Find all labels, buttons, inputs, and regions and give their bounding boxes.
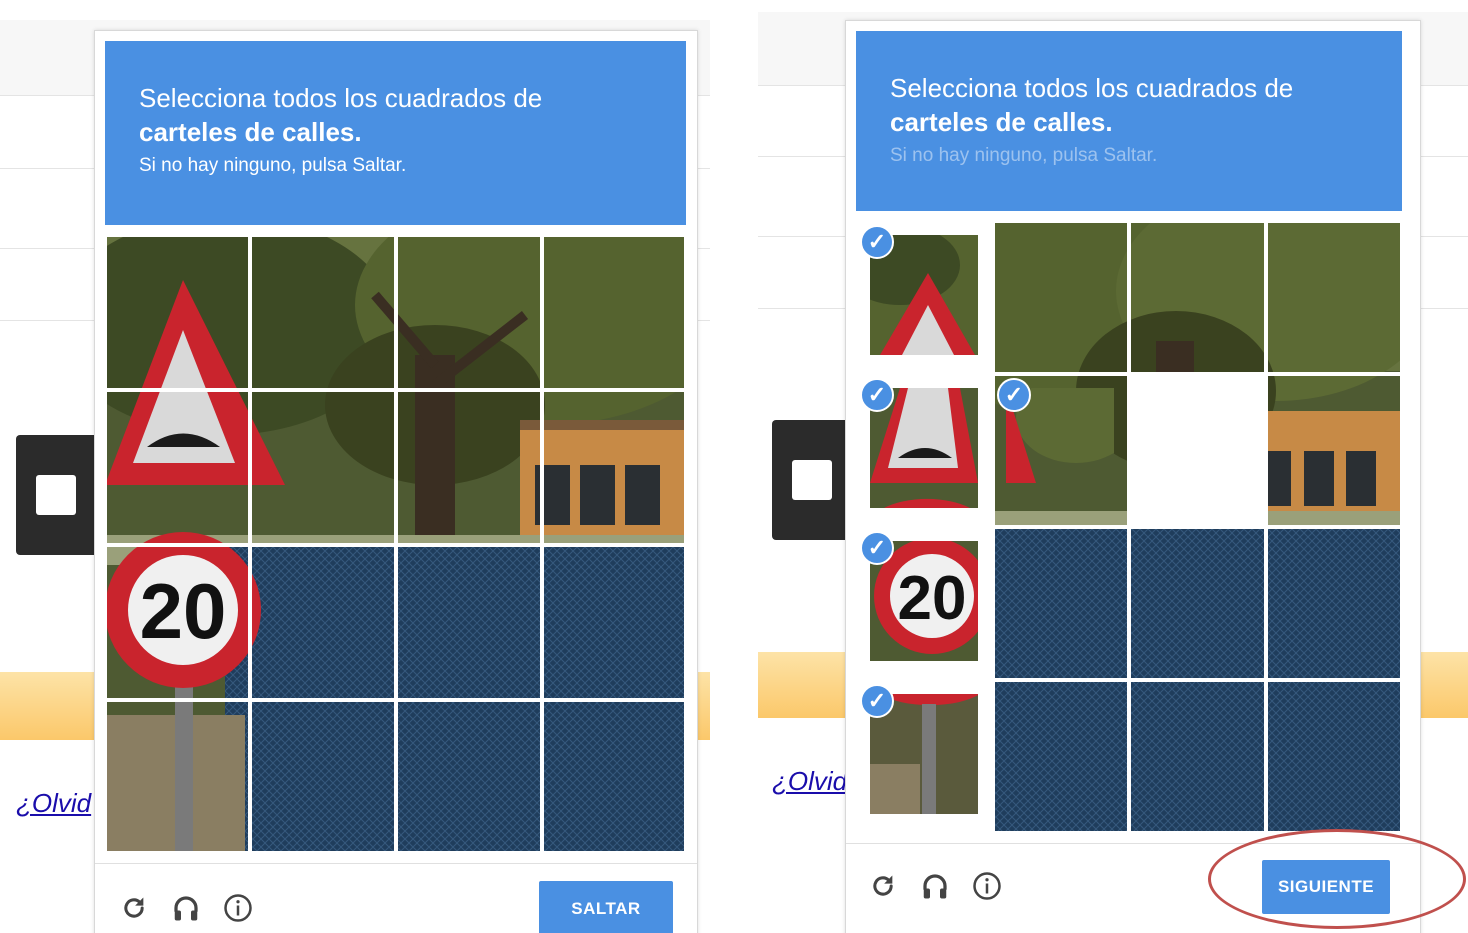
footer-icons bbox=[866, 869, 1004, 903]
grid-tile-r1c1[interactable] bbox=[105, 235, 250, 390]
check-icon: ✓ bbox=[997, 378, 1031, 412]
forgot-password-link[interactable]: ¿Olvid bbox=[772, 766, 847, 797]
challenge-hint: Si no hay ninguno, pulsa Saltar. bbox=[139, 155, 407, 176]
check-icon: ✓ bbox=[860, 531, 894, 565]
checkbox-square[interactable] bbox=[36, 475, 76, 515]
footer-icons bbox=[117, 891, 255, 925]
captcha-checkbox-tab[interactable] bbox=[16, 435, 106, 555]
captcha-challenge-card: Selecciona todos los cuadrados de cartel… bbox=[94, 30, 698, 933]
grid-tile-r3c3[interactable] bbox=[1129, 527, 1266, 680]
skip-button[interactable]: SALTAR bbox=[539, 881, 673, 933]
grid-tile-r4c4[interactable] bbox=[1266, 680, 1402, 833]
reload-icon[interactable] bbox=[866, 869, 900, 903]
challenge-instruction: Selecciona todos los cuadrados de bbox=[890, 73, 1294, 103]
check-icon: ✓ bbox=[860, 225, 894, 259]
grid-tile-r2c3[interactable] bbox=[1129, 374, 1266, 527]
grid-tile-r4c3[interactable] bbox=[1129, 680, 1266, 833]
grid-tile-r2c4[interactable] bbox=[542, 390, 686, 545]
headphones-icon[interactable] bbox=[918, 869, 952, 903]
headphones-icon[interactable] bbox=[169, 891, 203, 925]
grid-tile-r4c2[interactable] bbox=[250, 700, 396, 853]
grid-tile-r3c4[interactable] bbox=[1266, 527, 1402, 680]
info-icon[interactable] bbox=[970, 869, 1004, 903]
grid-tile-r1c4[interactable] bbox=[1266, 221, 1402, 374]
grid-tile-r1c3[interactable] bbox=[1129, 221, 1266, 374]
grid-tile-r4c4[interactable] bbox=[542, 700, 686, 853]
challenge-header: Selecciona todos los cuadrados de cartel… bbox=[105, 41, 686, 225]
reload-icon[interactable] bbox=[117, 891, 151, 925]
challenge-target: carteles de calles. bbox=[890, 107, 1113, 137]
grid-tile-r3c4[interactable] bbox=[542, 545, 686, 700]
challenge-instruction: Selecciona todos los cuadrados de bbox=[139, 83, 543, 113]
check-icon: ✓ bbox=[860, 684, 894, 718]
grid-tile-r1c2[interactable] bbox=[993, 221, 1129, 374]
grid-tile-r1c4[interactable] bbox=[542, 235, 686, 390]
challenge-target: carteles de calles. bbox=[139, 117, 362, 147]
captcha-challenge-card: Selecciona todos los cuadrados de cartel… bbox=[845, 20, 1421, 933]
grid-tile-r2c4[interactable] bbox=[1266, 374, 1402, 527]
info-icon[interactable] bbox=[221, 891, 255, 925]
grid-tile-r1c3[interactable] bbox=[396, 235, 542, 390]
grid-tile-r3c2[interactable] bbox=[250, 545, 396, 700]
grid-tile-r1c2[interactable] bbox=[250, 235, 396, 390]
image-grid: 20 ✓ ✓ ✓ ✓ ✓ bbox=[856, 221, 1402, 833]
challenge-hint: Si no hay ninguno, pulsa Saltar. bbox=[890, 145, 1158, 166]
grid-tile-r3c1[interactable] bbox=[105, 545, 250, 700]
check-icon: ✓ bbox=[860, 378, 894, 412]
footer-divider bbox=[95, 863, 697, 864]
grid-tile-r2c1[interactable] bbox=[105, 390, 250, 545]
image-grid: 20 bbox=[105, 235, 686, 853]
grid-tile-r4c1[interactable] bbox=[105, 700, 250, 853]
grid-tile-r3c3[interactable] bbox=[396, 545, 542, 700]
checkbox-square[interactable] bbox=[792, 460, 832, 500]
left-panel: ¿Olvid Selecciona todos los cuadrados de… bbox=[0, 0, 710, 933]
right-panel: ¿Olvid Selecciona todos los cuadrados de… bbox=[758, 0, 1468, 933]
annotation-circle bbox=[1208, 829, 1466, 929]
forgot-password-link[interactable]: ¿Olvid bbox=[16, 788, 91, 819]
grid-tile-r3c2[interactable] bbox=[993, 527, 1129, 680]
grid-tile-r2c2[interactable] bbox=[250, 390, 396, 545]
grid-tile-r4c3[interactable] bbox=[396, 700, 542, 853]
challenge-header: Selecciona todos los cuadrados de cartel… bbox=[856, 31, 1402, 211]
grid-tile-r2c3[interactable] bbox=[396, 390, 542, 545]
grid-tile-r4c2[interactable] bbox=[993, 680, 1129, 833]
captcha-checkbox-tab[interactable] bbox=[772, 420, 862, 540]
